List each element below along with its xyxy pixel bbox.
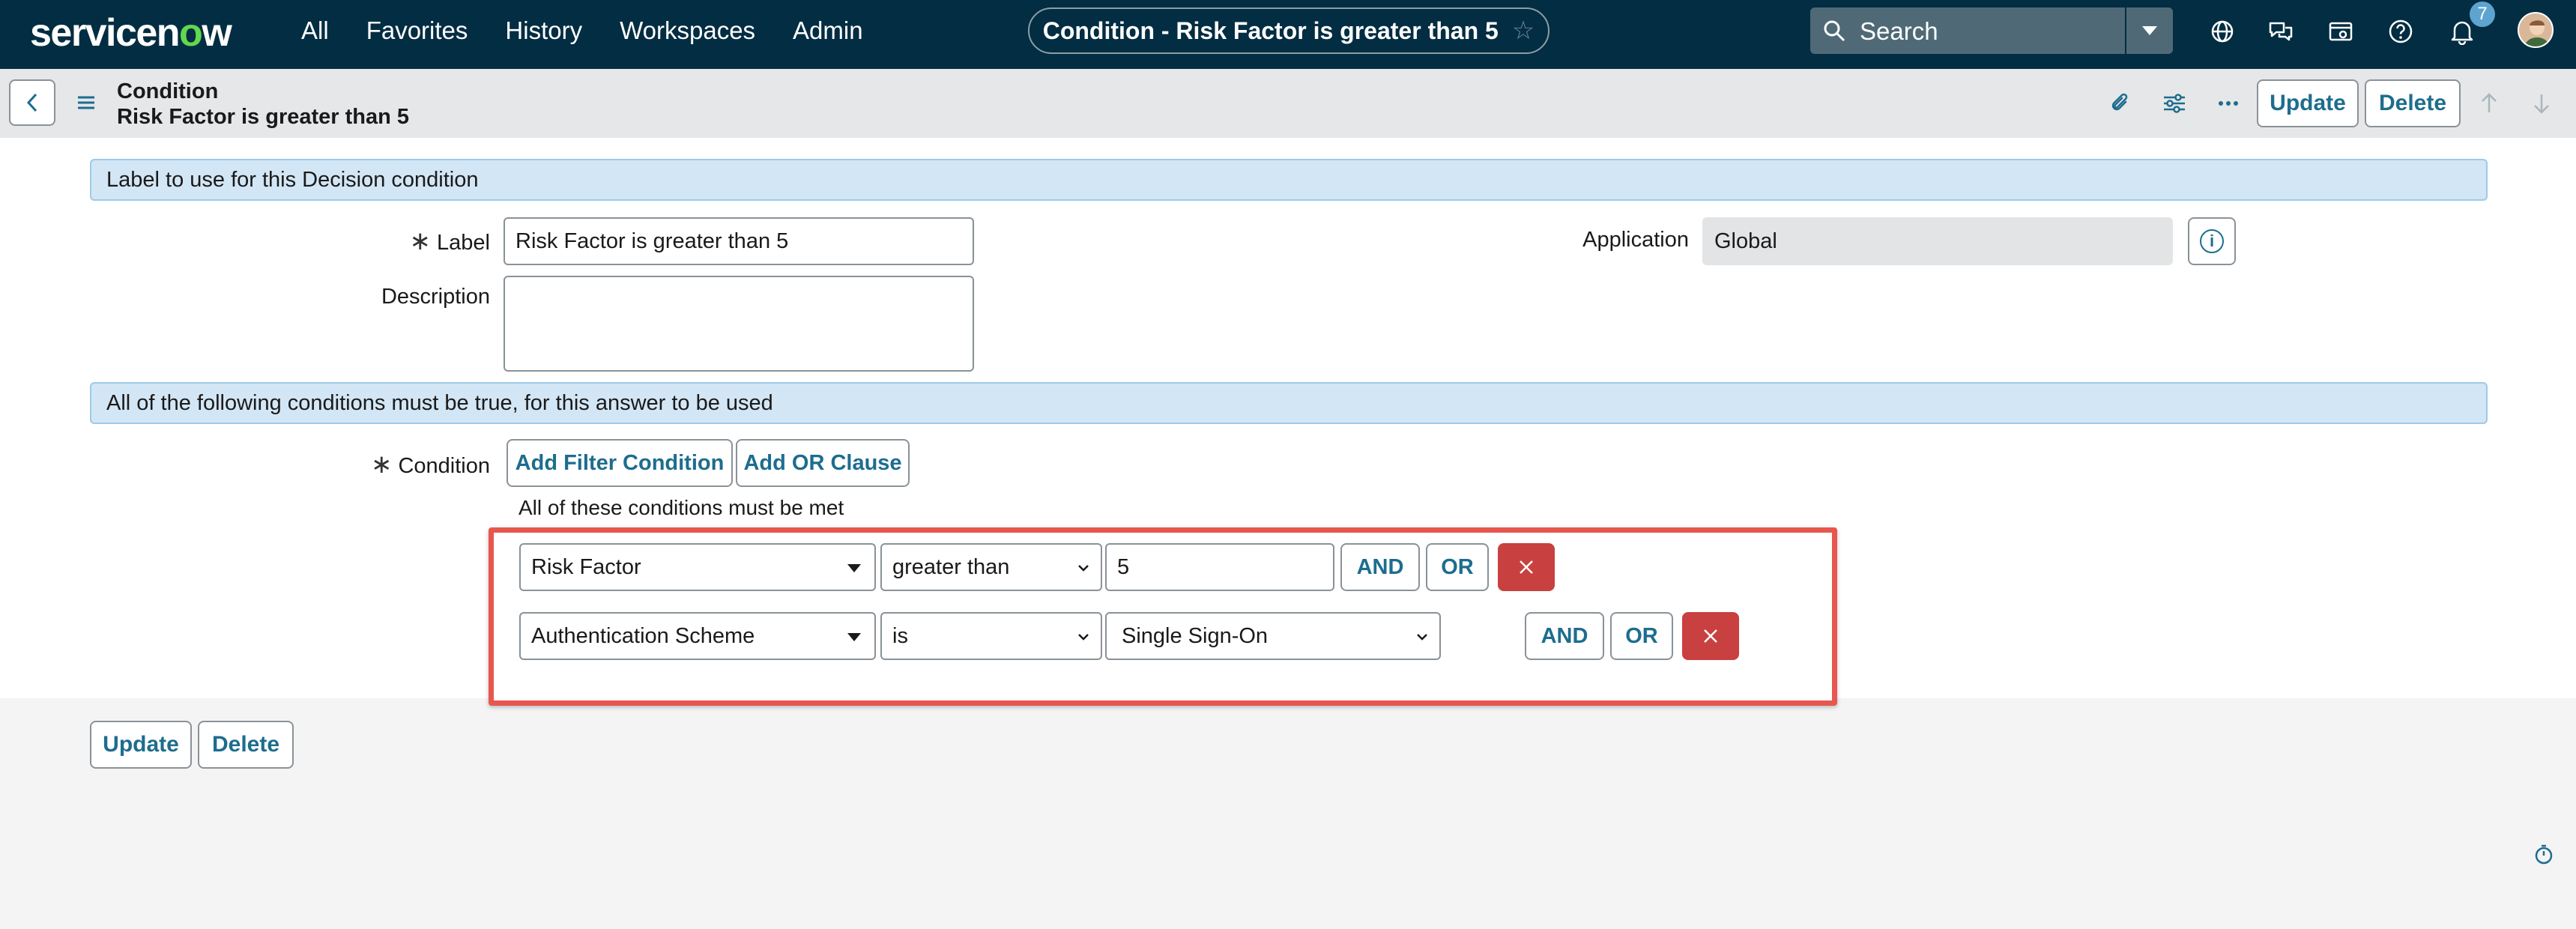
- add-filter-condition-button[interactable]: Add Filter Condition: [507, 439, 733, 487]
- search-icon: [1822, 19, 1846, 43]
- logo-text-start: servicen: [30, 11, 181, 55]
- condition-2-value-select[interactable]: Single Sign-On: [1105, 612, 1441, 660]
- dropdown-caret-icon: [847, 564, 861, 572]
- description-field-label: Description: [381, 285, 490, 309]
- nav-admin[interactable]: Admin: [793, 16, 863, 45]
- servicenow-logo[interactable]: servicenow: [30, 10, 232, 55]
- label-field-label-text: Label: [437, 231, 490, 255]
- footer-delete-button[interactable]: Delete: [198, 721, 294, 769]
- chat-icon[interactable]: [2266, 16, 2296, 46]
- contextual-app-icon[interactable]: [2326, 16, 2356, 46]
- chevron-left-icon: [26, 93, 37, 112]
- attachment-paperclip-icon[interactable]: [2105, 88, 2135, 118]
- condition-field-label-text: Condition: [398, 454, 490, 478]
- condition-1-operator-select[interactable]: greater than: [880, 543, 1102, 591]
- previous-record-arrow-up-icon[interactable]: [2474, 88, 2504, 118]
- header-delete-button[interactable]: Delete: [2365, 79, 2461, 127]
- record-title-pill[interactable]: Condition - Risk Factor is greater than …: [1028, 7, 1549, 54]
- all-conditions-met-text: All of these conditions must be met: [518, 496, 844, 519]
- application-input: Global: [1702, 217, 2173, 265]
- form-body: Label to use for this Decision condition…: [0, 138, 2576, 706]
- chevron-down-icon: [1417, 634, 1427, 641]
- condition-2-operator-select[interactable]: is: [880, 612, 1102, 660]
- dropdown-caret-icon: [847, 633, 861, 641]
- search-input[interactable]: Search: [1860, 17, 1938, 46]
- chevron-down-icon: [2142, 26, 2157, 35]
- user-avatar[interactable]: [2518, 12, 2554, 48]
- description-textarea[interactable]: [504, 276, 974, 372]
- next-record-arrow-down-icon[interactable]: [2527, 88, 2557, 118]
- add-or-clause-button[interactable]: Add OR Clause: [736, 439, 910, 487]
- form-context-menu-icon[interactable]: [75, 93, 97, 112]
- info-icon: i: [2200, 229, 2224, 253]
- condition-2-value: Single Sign-On: [1122, 624, 1269, 648]
- section-header-conditions: All of the following conditions must be …: [90, 382, 2488, 424]
- response-time-clock-icon[interactable]: [2533, 844, 2555, 866]
- logo-text-o: o: [179, 11, 203, 55]
- condition-builder-highlight: Risk Factor greater than 5 AND OR Authen…: [489, 527, 1837, 706]
- condition-1-or-button[interactable]: OR: [1426, 543, 1489, 591]
- header-update-button[interactable]: Update: [2257, 79, 2359, 127]
- label-field-label: ∗ Label: [330, 226, 490, 256]
- nav-history[interactable]: History: [505, 16, 582, 45]
- close-icon: [1520, 560, 1533, 574]
- nav-all[interactable]: All: [301, 16, 329, 45]
- search-scope-dropdown[interactable]: [2125, 7, 2173, 54]
- global-search[interactable]: Search: [1810, 7, 2173, 54]
- form-header: Condition Risk Factor is greater than 5 …: [0, 69, 2576, 138]
- condition-2-operator-value: is: [892, 624, 908, 648]
- required-asterisk-icon: ∗: [409, 227, 432, 255]
- condition-2-delete-button[interactable]: [1682, 612, 1739, 660]
- section-header-label: Label to use for this Decision condition: [90, 159, 2488, 201]
- record-title: Condition - Risk Factor is greater than …: [1042, 16, 1499, 44]
- chevron-down-icon: [1078, 565, 1089, 572]
- more-options-ellipsis-icon[interactable]: [2213, 88, 2243, 118]
- condition-1-and-button[interactable]: AND: [1340, 543, 1420, 591]
- condition-1-delete-button[interactable]: [1498, 543, 1555, 591]
- nav-workspaces[interactable]: Workspaces: [620, 16, 755, 45]
- condition-1-value-input[interactable]: 5: [1105, 543, 1334, 591]
- label-input[interactable]: Risk Factor is greater than 5: [504, 217, 974, 265]
- form-table-label: Condition: [117, 79, 219, 103]
- nav-favorites[interactable]: Favorites: [366, 16, 468, 45]
- help-icon[interactable]: [2386, 16, 2416, 46]
- condition-1-field-select[interactable]: Risk Factor: [519, 543, 876, 591]
- personalize-form-sliders-icon[interactable]: [2159, 88, 2189, 118]
- main-menu: All Favorites History Workspaces Admin: [301, 0, 901, 61]
- form-record-display: Risk Factor is greater than 5: [117, 105, 410, 129]
- chevron-down-icon: [1078, 634, 1089, 641]
- footer-update-button[interactable]: Update: [90, 721, 192, 769]
- notification-count-badge: 7: [2470, 1, 2495, 27]
- globe-icon[interactable]: [2207, 16, 2237, 46]
- favorite-star-icon[interactable]: ☆: [1512, 18, 1535, 43]
- condition-2-or-button[interactable]: OR: [1610, 612, 1673, 660]
- condition-2-and-button[interactable]: AND: [1525, 612, 1604, 660]
- condition-2-field-value: Authentication Scheme: [531, 624, 755, 648]
- condition-1-operator-value: greater than: [892, 555, 1010, 579]
- top-navigation-bar: servicenow All Favorites History Workspa…: [0, 0, 2576, 69]
- condition-1-field-value: Risk Factor: [531, 555, 641, 579]
- back-button[interactable]: [9, 79, 55, 126]
- condition-field-label: ∗ Condition: [330, 450, 490, 479]
- application-field-label: Application: [1582, 228, 1689, 252]
- close-icon: [1704, 629, 1717, 643]
- condition-2-field-select[interactable]: Authentication Scheme: [519, 612, 876, 660]
- application-info-button[interactable]: i: [2188, 217, 2236, 265]
- logo-text-end: w: [202, 11, 232, 55]
- required-asterisk-icon: ∗: [370, 450, 393, 479]
